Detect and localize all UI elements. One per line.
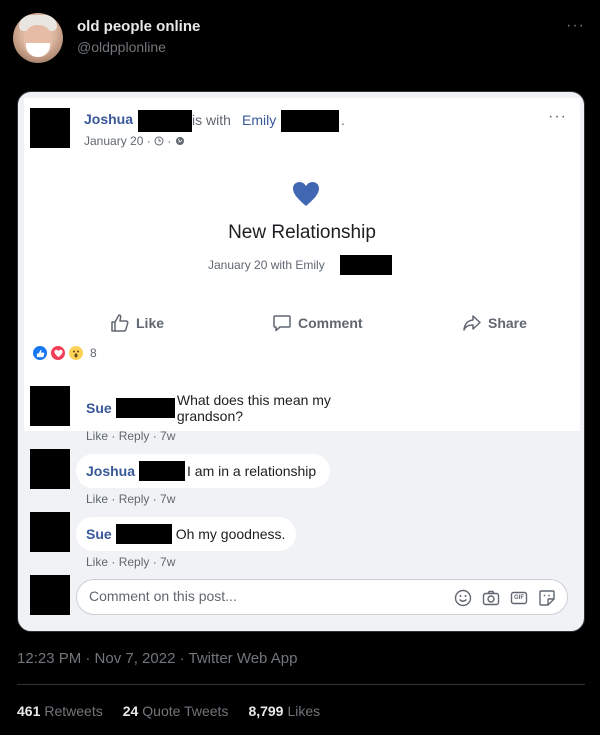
- redacted-viewer-avatar: [30, 575, 70, 615]
- post-trailing-period: .: [341, 112, 345, 128]
- comment-reply-link[interactable]: Reply: [119, 492, 150, 506]
- thumbs-up-icon: [111, 314, 129, 332]
- display-name[interactable]: old people online: [77, 18, 200, 35]
- likes-count: 8,799: [248, 703, 284, 719]
- comment-meta: Like · Reply · 7w: [86, 492, 176, 506]
- redacted-author-avatar: [30, 108, 70, 148]
- life-event-subtitle: January 20 with Emily: [208, 258, 325, 272]
- clock-icon: [154, 136, 164, 146]
- comment-bubble: Sue What does this mean my grandson?: [76, 391, 408, 425]
- comment-input-icons: GIF: [453, 588, 557, 608]
- redacted-commenter-surname: [115, 524, 172, 544]
- post-author-name[interactable]: Joshua: [84, 111, 133, 127]
- post-date-text[interactable]: January 20 ·: [84, 134, 154, 148]
- likes-label: Likes: [287, 703, 321, 719]
- comment-button[interactable]: Comment: [272, 313, 363, 333]
- redacted-surname: [138, 110, 192, 132]
- comment-text: Oh my goodness.: [175, 526, 286, 542]
- commenter-name[interactable]: Sue: [86, 526, 112, 542]
- camera-icon[interactable]: [481, 588, 501, 608]
- comment-input[interactable]: [89, 588, 429, 604]
- comment-meta: Like · Reply · 7w: [86, 555, 176, 569]
- share-button-label: Share: [488, 315, 527, 331]
- gif-icon[interactable]: GIF: [509, 588, 529, 608]
- facebook-post: Joshua is with Emily . January 20 · · ··…: [24, 98, 580, 431]
- retweets-count: 461: [17, 703, 41, 719]
- comment-input-box[interactable]: GIF: [76, 579, 568, 615]
- like-button[interactable]: Like: [110, 313, 164, 333]
- comment-button-label: Comment: [298, 315, 363, 331]
- redacted-commenter-avatar: [30, 449, 70, 489]
- profile-avatar[interactable]: [13, 13, 63, 63]
- comment-text: What does this mean my grandson?: [176, 392, 331, 424]
- post-with-text: is with: [192, 112, 231, 128]
- tweet-media-image[interactable]: Joshua is with Emily . January 20 · · ··…: [17, 91, 585, 632]
- more-options-icon[interactable]: ···: [566, 17, 585, 35]
- redacted-commenter-avatar: [30, 512, 70, 552]
- comment-meta: Like · Reply · 7w: [86, 429, 176, 443]
- post-menu-icon[interactable]: ···: [548, 108, 567, 126]
- emoji-icon[interactable]: [453, 588, 473, 608]
- like-reaction-icon: [32, 345, 48, 361]
- tweet-stats: 461 Retweets 24 Quote Tweets 8,799 Likes: [17, 703, 320, 719]
- comment-like-link[interactable]: Like: [86, 555, 108, 569]
- share-icon: [463, 315, 481, 331]
- life-event-title: New Relationship: [228, 222, 376, 243]
- tweet-header: old people online @oldpplonline ···: [0, 0, 600, 80]
- redacted-commenter-surname: [139, 461, 186, 481]
- redacted-commenter-surname: [115, 398, 175, 418]
- comment-bubble: Sue Oh my goodness.: [76, 517, 296, 551]
- quote-tweets-label: Quote Tweets: [142, 703, 229, 719]
- retweets-label: Retweets: [44, 703, 103, 719]
- comment-like-link[interactable]: Like: [86, 492, 108, 506]
- gif-icon-label: GIF: [514, 595, 524, 601]
- comment-like-link[interactable]: Like: [86, 429, 108, 443]
- retweets-stat[interactable]: 461 Retweets: [17, 703, 103, 719]
- commenter-name[interactable]: Sue: [86, 400, 112, 416]
- comment-time[interactable]: 7w: [160, 555, 175, 569]
- divider: [17, 684, 585, 685]
- comment-text: I am in a relationship: [187, 463, 317, 479]
- tweet-timestamp[interactable]: 12:23 PM · Nov 7, 2022 · Twitter Web App: [17, 650, 297, 667]
- redacted-tagged-surname: [281, 110, 339, 132]
- wow-reaction-icon: [68, 345, 84, 361]
- reaction-count: 8: [90, 346, 97, 360]
- likes-stat[interactable]: 8,799 Likes: [248, 703, 320, 719]
- sticker-icon[interactable]: [537, 588, 557, 608]
- comment-reply-link[interactable]: Reply: [119, 429, 150, 443]
- like-button-label: Like: [136, 315, 165, 331]
- redacted-event-surname: [340, 255, 392, 275]
- comment-bubble: Joshua I am in a relationship: [76, 454, 330, 488]
- share-button[interactable]: Share: [462, 313, 527, 333]
- post-date: January 20 · ·: [84, 134, 185, 148]
- commenter-name[interactable]: Joshua: [86, 463, 135, 479]
- redacted-commenter-avatar: [30, 386, 70, 426]
- comment-time[interactable]: 7w: [160, 492, 175, 506]
- quote-tweets-stat[interactable]: 24 Quote Tweets: [123, 703, 229, 719]
- reactions-summary[interactable]: 8: [32, 345, 97, 361]
- post-action-bar: Like Comment Share: [24, 303, 580, 343]
- love-reaction-icon: [50, 345, 66, 361]
- globe-icon: [175, 137, 184, 145]
- quote-tweets-count: 24: [122, 703, 139, 719]
- comment-reply-link[interactable]: Reply: [119, 555, 150, 569]
- user-handle[interactable]: @oldpplonline: [77, 39, 166, 55]
- post-tagged-name[interactable]: Emily: [242, 112, 276, 128]
- comment-time[interactable]: 7w: [160, 429, 175, 443]
- comment-icon: [273, 315, 291, 332]
- heart-icon: [293, 182, 319, 206]
